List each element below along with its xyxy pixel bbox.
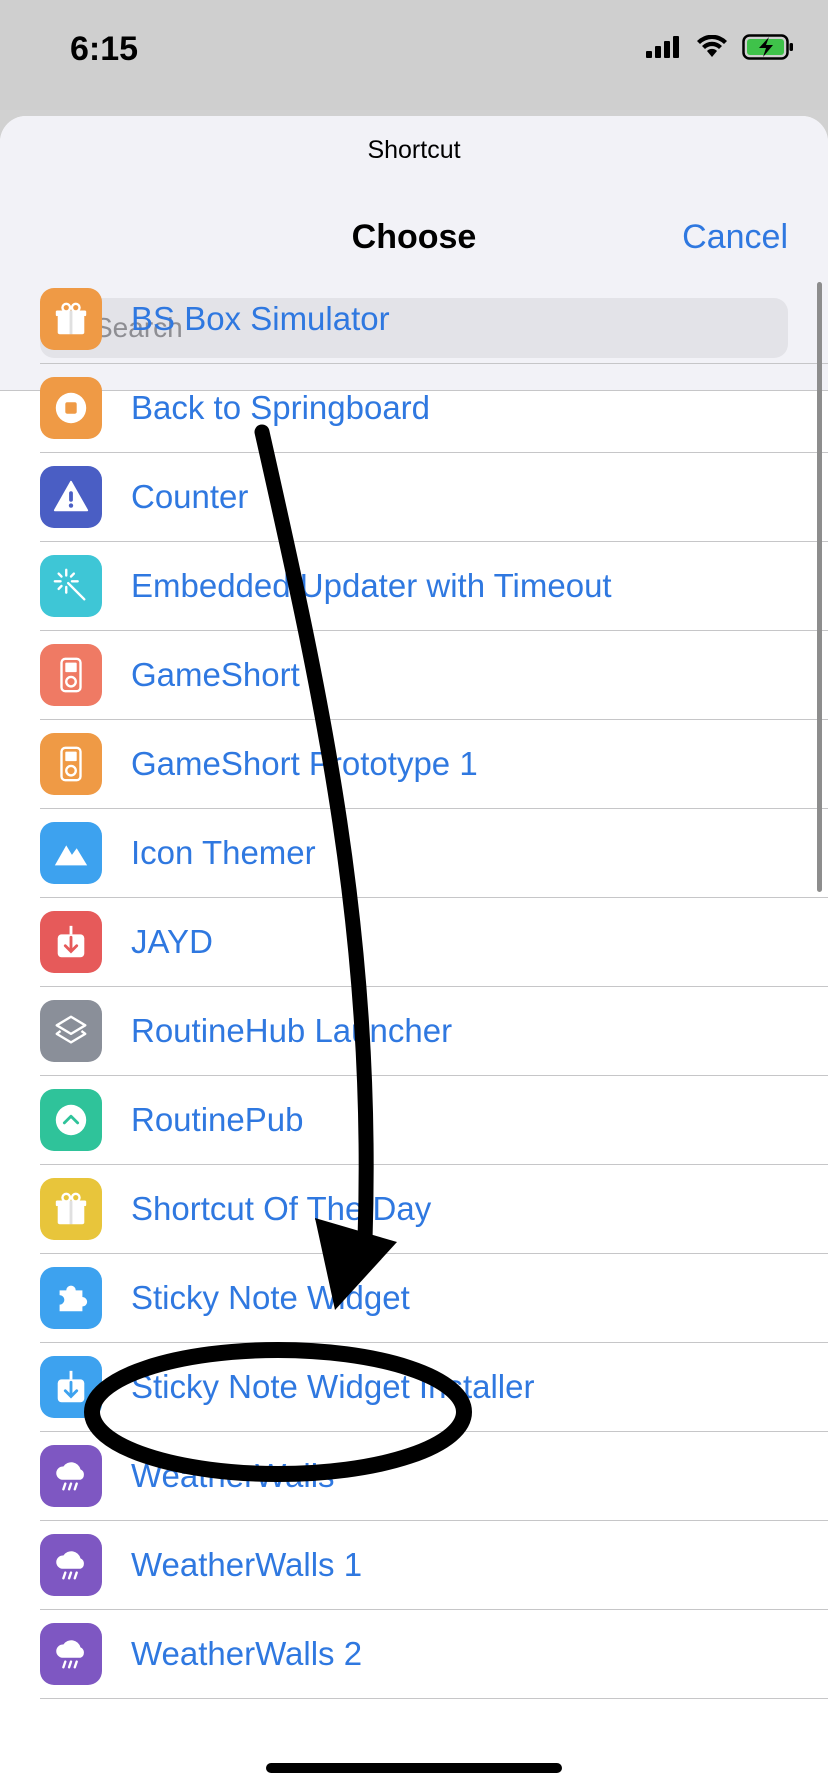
list-item-label: BS Box Simulator xyxy=(131,300,390,337)
scrollbar[interactable] xyxy=(817,282,822,892)
list-item[interactable]: Sticky Note Widget Installer xyxy=(0,1343,828,1432)
rain-cloud-icon xyxy=(40,1534,102,1596)
sheet-subtitle: Shortcut xyxy=(367,136,461,164)
list-item-label: WeatherWalls xyxy=(131,1457,335,1494)
magic-wand-icon xyxy=(40,555,102,617)
stop-icon xyxy=(40,377,102,439)
list-item[interactable]: WeatherWalls xyxy=(0,1432,828,1521)
gift-icon xyxy=(40,288,102,350)
list-item-label: JAYD xyxy=(131,923,213,960)
list-item[interactable]: Shortcut Of The Day xyxy=(0,1165,828,1254)
ipod-icon xyxy=(40,644,102,706)
download-icon xyxy=(40,911,102,973)
home-indicator xyxy=(266,1763,562,1773)
status-bar: 6:15 xyxy=(0,0,828,110)
list-item-label: RoutinePub xyxy=(131,1101,304,1138)
chevron-up-circle-icon xyxy=(40,1089,102,1151)
shortcut-list: BS Box Simulator Back to Springboard Count… xyxy=(0,275,828,1699)
list-item-label: Shortcut Of The Day xyxy=(131,1190,432,1227)
download-icon xyxy=(40,1356,102,1418)
warning-icon xyxy=(40,466,102,528)
list-item[interactable]: Back to Springboard xyxy=(0,364,828,453)
list-item-label: GameShort xyxy=(131,656,300,693)
row-separator xyxy=(40,1698,828,1699)
status-time: 6:15 xyxy=(70,30,139,68)
list-item-label: Embedded Updater with Timeout xyxy=(131,567,612,604)
list-item[interactable]: RoutinePub xyxy=(0,1076,828,1165)
rain-cloud-icon xyxy=(40,1445,102,1507)
list-item-label: Icon Themer xyxy=(131,834,316,871)
list-item[interactable]: Embedded Updater with Timeout xyxy=(0,542,828,631)
list-item[interactable]: JAYD xyxy=(0,898,828,987)
gift-icon xyxy=(40,1178,102,1240)
list-item[interactable]: WeatherWalls 2 xyxy=(0,1610,828,1699)
list-item[interactable]: Icon Themer xyxy=(0,809,828,898)
layers-icon xyxy=(40,1000,102,1062)
list-item[interactable]: Counter xyxy=(0,453,828,542)
list-item-label: WeatherWalls 2 xyxy=(131,1635,363,1672)
cellular-signal-icon xyxy=(646,36,679,58)
list-item[interactable]: GameShort Prototype 1 xyxy=(0,720,828,809)
status-icons xyxy=(646,34,794,60)
list-item[interactable]: Sticky Note Widget xyxy=(0,1254,828,1343)
list-item-label: GameShort Prototype 1 xyxy=(131,745,478,782)
rain-cloud-icon xyxy=(40,1623,102,1685)
mountain-icon xyxy=(40,822,102,884)
list-item-label: Sticky Note Widget Installer xyxy=(131,1368,535,1405)
list-item-label: RoutineHub Launcher xyxy=(131,1012,453,1049)
list-item[interactable]: RoutineHub Launcher xyxy=(0,987,828,1076)
battery-charging-icon xyxy=(742,34,793,60)
list-item-label: Counter xyxy=(131,478,249,515)
list-item[interactable]: WeatherWalls 1 xyxy=(0,1521,828,1610)
list-item-label: WeatherWalls 1 xyxy=(131,1546,363,1583)
ipod-icon xyxy=(40,733,102,795)
list-item[interactable]: BS Box Simulator xyxy=(0,275,828,364)
cancel-button[interactable]: Cancel xyxy=(682,218,788,257)
wifi-icon xyxy=(697,35,727,57)
list-item-label: Back to Springboard xyxy=(131,389,431,426)
puzzle-icon xyxy=(40,1267,102,1329)
list-item-label: Sticky Note Widget xyxy=(131,1279,410,1316)
list-item[interactable]: GameShort xyxy=(0,631,828,720)
